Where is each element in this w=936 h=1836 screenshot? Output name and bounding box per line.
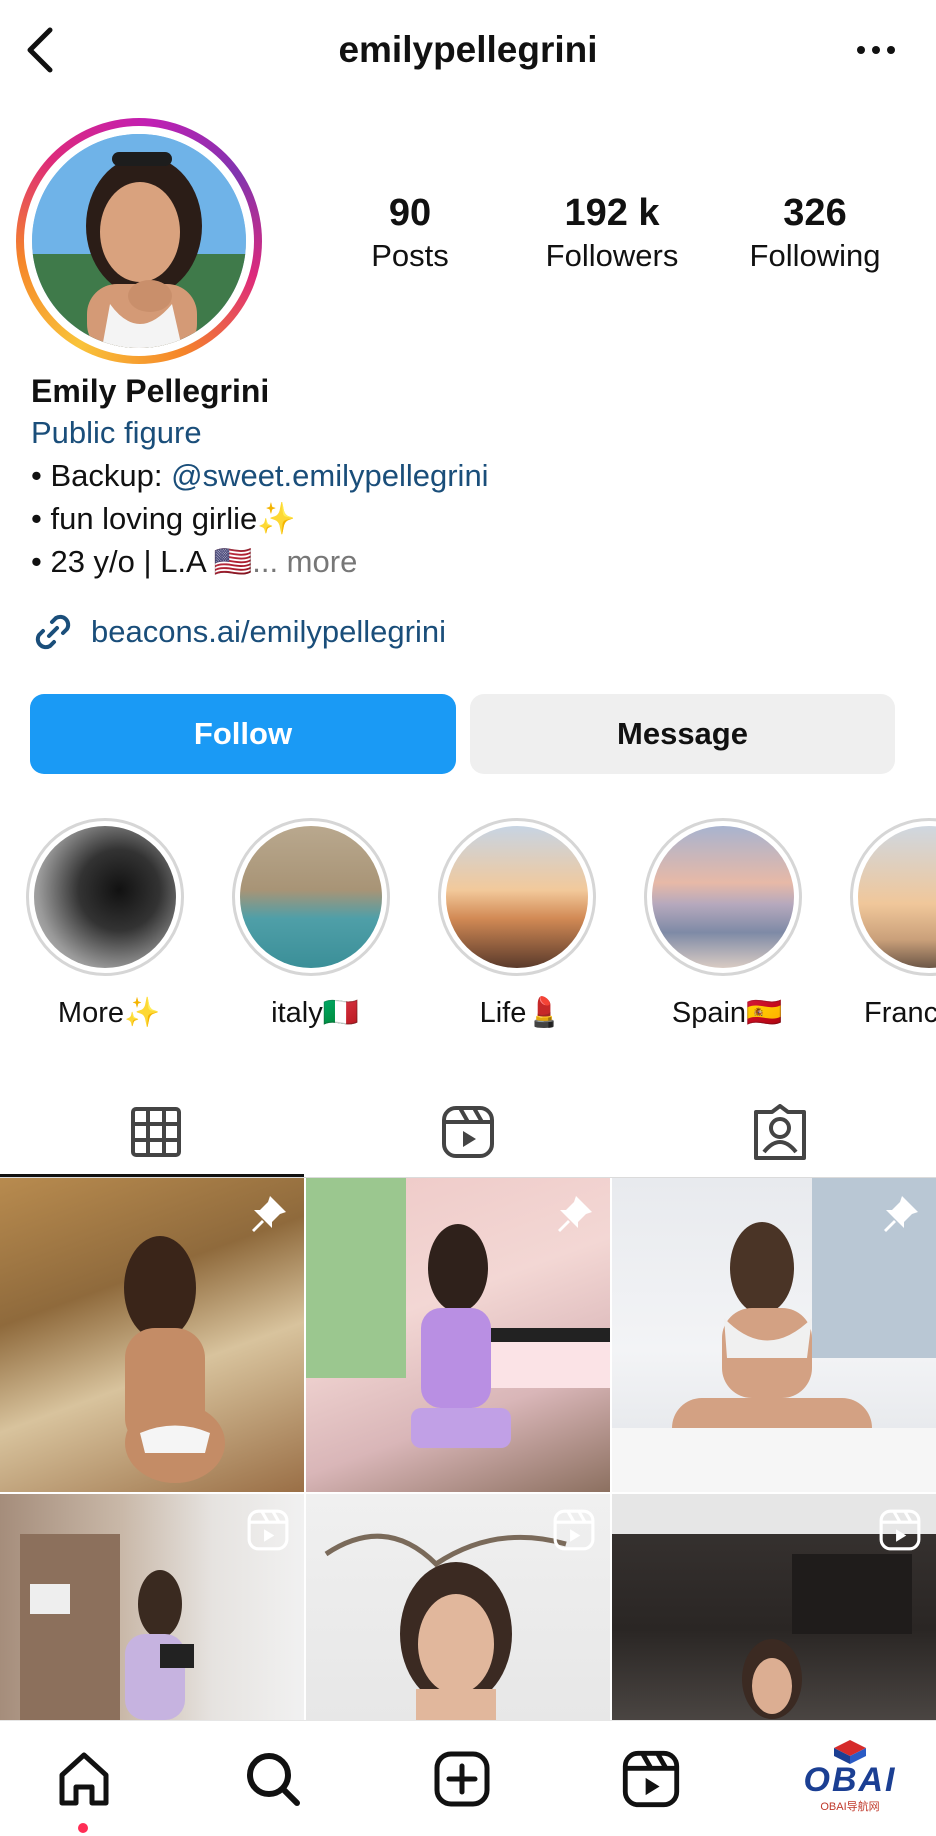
reels-icon: [622, 1750, 680, 1807]
create-icon: [434, 1751, 490, 1806]
stat-followers[interactable]: 192 k Followers: [527, 190, 697, 276]
highlight-cover: [652, 826, 794, 968]
pinned-badge: [246, 1192, 290, 1241]
website-url: beacons.ai/emilypellegrini: [91, 614, 446, 649]
pin-icon: [252, 1196, 286, 1232]
stat-following[interactable]: 326 Following: [730, 190, 900, 276]
watermark-logo: OBAI OBAI导航网: [770, 1738, 930, 1828]
stat-label: Followers: [545, 238, 679, 273]
pin-icon: [884, 1196, 918, 1232]
profile-tabs: [0, 1086, 936, 1178]
highlight-life[interactable]: Life💄: [438, 818, 604, 1032]
highlight-italy[interactable]: italy🇮🇹: [232, 818, 398, 1032]
highlight-label: italy🇮🇹: [271, 997, 359, 1029]
stat-label: Posts: [371, 238, 449, 273]
more-horizontal-icon: [857, 46, 895, 54]
reel-badge: [878, 1508, 922, 1557]
bio-text: • 23 y/o | L.A 🇺🇸: [31, 544, 253, 579]
bio-line-1: • Backup: @sweet.emilypellegrini: [31, 455, 489, 497]
post-thumbnail[interactable]: [0, 1178, 304, 1492]
watermark-subtext: OBAI导航网: [820, 1801, 880, 1813]
message-button[interactable]: Message: [470, 694, 895, 774]
highlight-ring: [26, 818, 184, 976]
bio-more-link[interactable]: ... more: [252, 544, 357, 579]
highlight-label: More✨: [57, 997, 161, 1029]
tab-posts-grid[interactable]: [0, 1086, 312, 1178]
post-thumbnail[interactable]: [612, 1178, 936, 1492]
post-thumbnail[interactable]: [306, 1178, 610, 1492]
grid-icon: [131, 1107, 181, 1157]
tab-reels[interactable]: [312, 1086, 624, 1178]
nav-search[interactable]: [213, 1721, 333, 1836]
highlight-ring: [850, 818, 936, 976]
nav-home[interactable]: [24, 1721, 144, 1836]
profile-display-name: Emily Pellegrini: [31, 373, 270, 409]
pin-icon: [558, 1196, 592, 1232]
profile-photo[interactable]: [32, 134, 246, 348]
post-thumbnail[interactable]: [306, 1494, 610, 1720]
profile-username: emilypellegrini: [338, 29, 598, 70]
tab-tagged[interactable]: [624, 1086, 936, 1178]
stat-value: 90: [388, 192, 432, 234]
nav-reels[interactable]: [591, 1721, 711, 1836]
highlight-france[interactable]: Franc: [850, 818, 936, 1032]
highlight-label: Franc: [864, 997, 936, 1029]
highlight-label: Spain🇪🇸: [671, 997, 783, 1029]
reel-icon: [879, 1509, 921, 1551]
tagged-icon: [754, 1104, 806, 1160]
bio-line-2: • fun loving girlie✨: [31, 501, 296, 536]
reel-badge: [246, 1508, 290, 1557]
reel-icon: [553, 1509, 595, 1551]
notification-dot: [78, 1823, 88, 1833]
search-icon: [247, 1752, 300, 1806]
highlight-cover: [858, 826, 936, 968]
top-bar: emilypellegrini: [0, 0, 936, 100]
highlight-cover: [446, 826, 588, 968]
highlight-more[interactable]: More✨: [26, 818, 192, 1032]
home-icon: [59, 1752, 109, 1805]
cube-logo-icon: [834, 1740, 866, 1764]
reel-icon: [247, 1509, 289, 1551]
website-link[interactable]: beacons.ai/emilypellegrini: [31, 608, 446, 656]
reel-badge: [552, 1508, 596, 1557]
highlight-cover: [240, 826, 382, 968]
bio-line-3: • 23 y/o | L.A 🇺🇸... more: [31, 541, 357, 583]
backup-handle-link[interactable]: @sweet.emilypellegrini: [171, 458, 488, 493]
stat-label: Following: [749, 238, 881, 273]
reels-icon: [442, 1106, 494, 1158]
highlight-spain[interactable]: Spain🇪🇸: [644, 818, 810, 1032]
highlight-ring: [232, 818, 390, 976]
stat-posts[interactable]: 90 Posts: [325, 190, 495, 276]
profile-category: Public figure: [31, 415, 202, 450]
more-options-button[interactable]: [846, 22, 906, 78]
follow-button[interactable]: Follow: [30, 694, 456, 774]
highlight-ring: [438, 818, 596, 976]
highlight-label: Life💄: [479, 997, 563, 1029]
highlight-ring: [644, 818, 802, 976]
link-icon: [35, 614, 71, 650]
stat-value: 326: [783, 192, 847, 234]
avatar-illustration: [32, 134, 246, 348]
bio-text: • Backup:: [31, 458, 172, 493]
post-thumbnail[interactable]: [612, 1494, 936, 1720]
nav-create[interactable]: [402, 1721, 522, 1836]
post-thumbnail[interactable]: [0, 1494, 304, 1720]
pinned-badge: [878, 1192, 922, 1241]
stat-value: 192 k: [564, 192, 660, 234]
watermark-text: OBAI: [803, 1761, 897, 1799]
highlight-cover: [34, 826, 176, 968]
pinned-badge: [552, 1192, 596, 1241]
